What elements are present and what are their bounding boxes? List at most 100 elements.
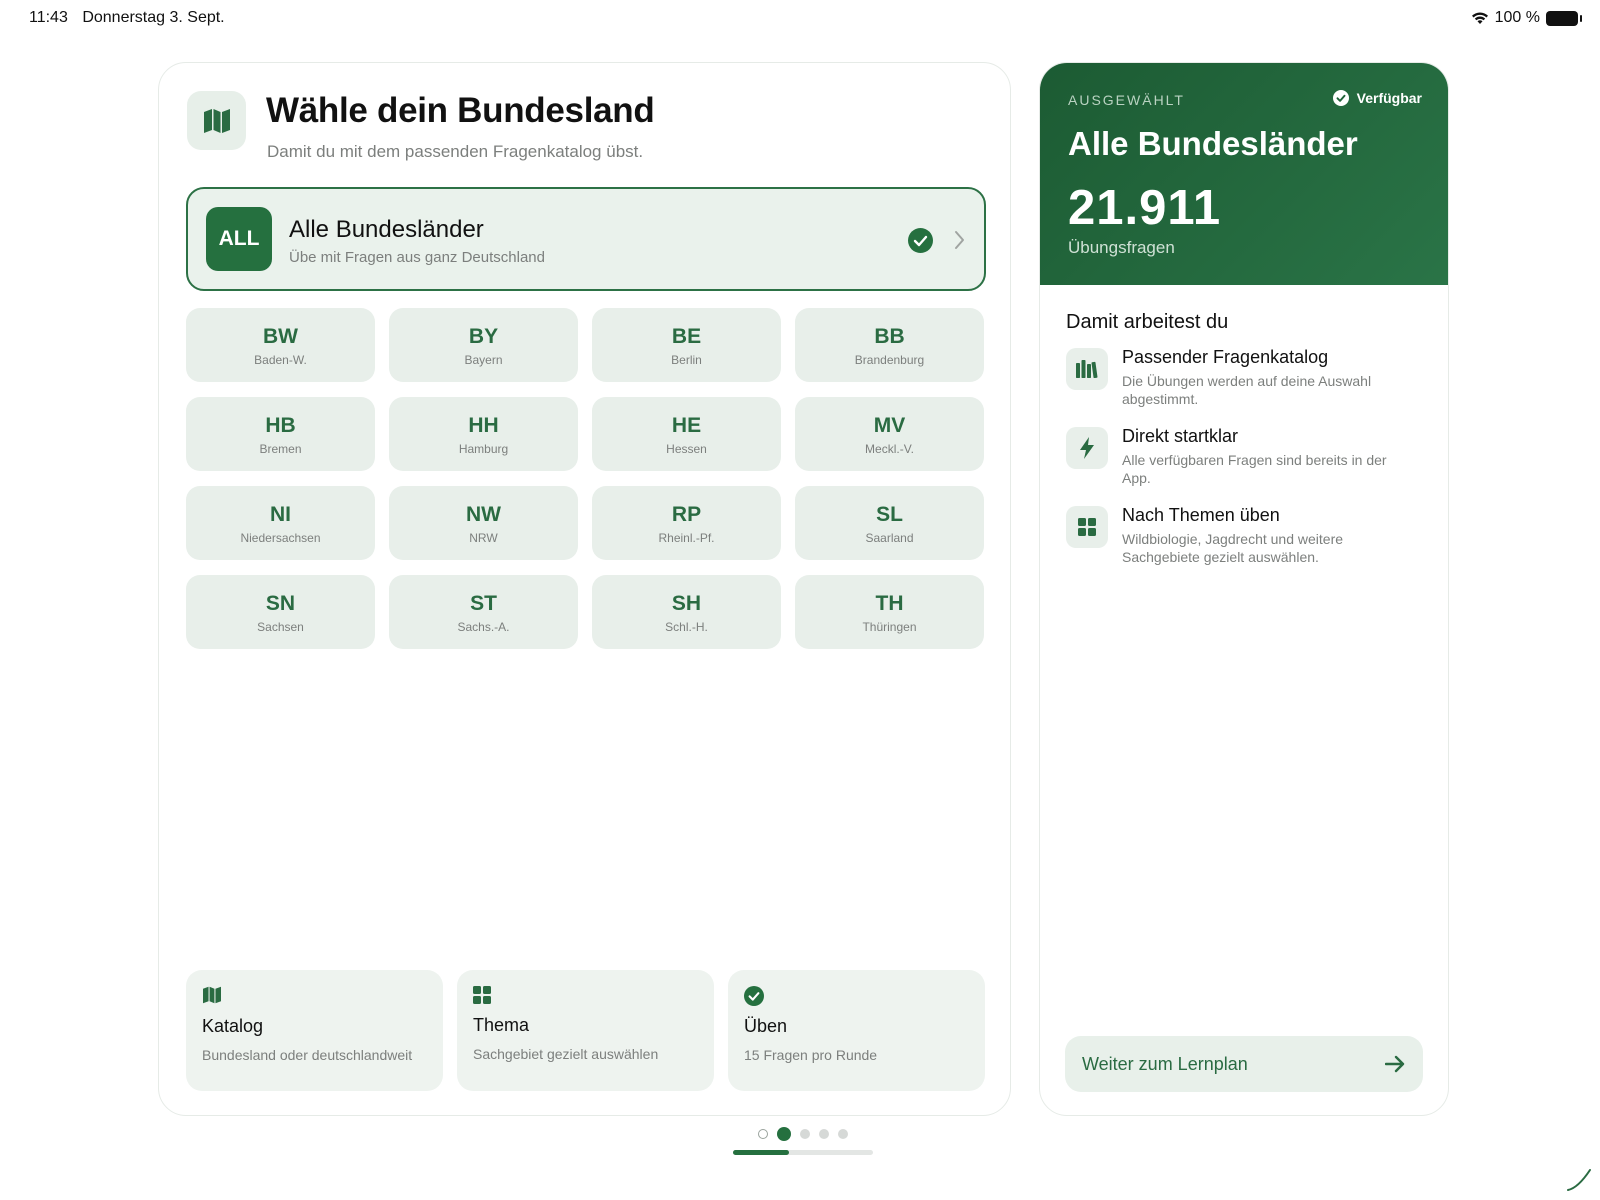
page-subtitle: Damit du mit dem passenden Fragenkatalog…: [267, 142, 644, 161]
state-code: NW: [466, 503, 501, 526]
state-name: Baden-W.: [254, 353, 307, 367]
wifi-icon: [1471, 12, 1488, 24]
info-description: Wildbiologie, Jagdrecht und weitere Sach…: [1122, 531, 1344, 565]
state-code: BE: [671, 325, 702, 348]
state-name: Hessen: [666, 442, 707, 456]
grid-icon: [473, 986, 491, 1004]
grid-icon: [1066, 506, 1108, 548]
state-name: Niedersachsen: [240, 531, 321, 545]
page-indicator: [758, 1127, 848, 1141]
feature-title: Katalog: [202, 1016, 264, 1036]
state-code: HE: [671, 414, 702, 437]
bundesland-selection-panel: Wähle dein Bundesland Damit du mit dem p…: [158, 62, 1011, 1116]
state-code: ST: [470, 592, 497, 615]
state-name: Hamburg: [458, 442, 509, 456]
state-tile-bw[interactable]: BW Baden-W.: [186, 308, 375, 382]
state-tile-sn[interactable]: SN Sachsen: [186, 575, 375, 649]
selection-summary-panel: AUSGEWÄHLT Verfügbar Alle Bundesländer 2…: [1039, 62, 1449, 1116]
arrow-right-icon: [1385, 1055, 1405, 1073]
state-code: BY: [468, 325, 499, 348]
status-right: 100 %: [1471, 9, 1582, 27]
feature-subtitle: 15 Fragen pro Runde: [744, 1047, 878, 1063]
state-name: Brandenburg: [854, 353, 925, 367]
summary-hero: AUSGEWÄHLT Verfügbar Alle Bundesländer 2…: [1040, 63, 1448, 285]
info-description: Alle verfügbaren Fragen sind bereits in …: [1122, 452, 1387, 486]
page-title: Wähle dein Bundesland: [266, 91, 655, 130]
summary-title: Alle Bundesländer: [1068, 125, 1358, 162]
state-code: SH: [671, 592, 702, 615]
state-tile-nw[interactable]: NW NRW: [389, 486, 578, 560]
info-title: Nach Themen üben: [1122, 505, 1280, 525]
state-tile-sl[interactable]: SL Saarland: [795, 486, 984, 560]
battery-percent: 100 %: [1494, 9, 1540, 26]
state-tile-bb[interactable]: BB Brandenburg: [795, 308, 984, 382]
state-name: Sachsen: [257, 620, 304, 634]
state-code: SN: [265, 592, 296, 615]
state-name: NRW: [469, 531, 498, 545]
status-left: 11:43 Donnerstag 3. Sept.: [29, 9, 235, 27]
info-title: Passender Fragenkatalog: [1122, 347, 1329, 367]
state-tile-ni[interactable]: NI Niedersachsen: [186, 486, 375, 560]
state-tile-by[interactable]: BY Bayern: [389, 308, 578, 382]
info-title: Direkt startklar: [1122, 426, 1239, 446]
all-option-title: Alle Bundesländer: [289, 216, 484, 243]
progress-bar-fill: [733, 1150, 789, 1155]
summary-eyebrow: AUSGEWÄHLT: [1068, 92, 1185, 108]
feature-subtitle: Sachgebiet gezielt auswählen: [473, 1046, 659, 1062]
state-code: MV: [873, 414, 906, 437]
section-title: Damit arbeitest du: [1066, 311, 1229, 333]
state-tile-sh[interactable]: SH Schl.-H.: [592, 575, 781, 649]
question-count-label: Übungsfragen: [1068, 238, 1175, 257]
check-circle-icon: [744, 986, 764, 1006]
bolt-icon: [1066, 427, 1108, 469]
feature-subtitle: Bundesland oder deutschlandweit: [202, 1047, 413, 1063]
state-code: NI: [270, 503, 291, 526]
page-dot[interactable]: [819, 1129, 829, 1139]
state-tile-st[interactable]: ST Sachs.-A.: [389, 575, 578, 649]
state-tile-hh[interactable]: HH Hamburg: [389, 397, 578, 471]
map-icon: [187, 91, 246, 150]
availability-badge: Verfügbar: [1332, 90, 1422, 106]
state-name: Bremen: [259, 442, 302, 456]
page-dot[interactable]: [800, 1129, 810, 1139]
state-tile-th[interactable]: TH Thüringen: [795, 575, 984, 649]
state-name: Schl.-H.: [665, 620, 708, 634]
state-tile-mv[interactable]: MV Meckl.-V.: [795, 397, 984, 471]
page-dot-completed[interactable]: [758, 1129, 768, 1139]
state-code: BB: [874, 325, 905, 348]
state-code: RP: [671, 503, 702, 526]
state-code: HH: [468, 414, 499, 437]
cta-label: Weiter zum Lernplan: [1082, 1053, 1248, 1074]
state-name: Sachs.-A.: [457, 620, 510, 634]
info-description: Die Übungen werden auf deine Auswahl abg…: [1122, 373, 1372, 407]
state-tile-hb[interactable]: HB Bremen: [186, 397, 375, 471]
all-states-option[interactable]: ALL Alle Bundesländer Übe mit Fragen aus…: [186, 187, 986, 291]
state-name: Saarland: [865, 531, 914, 545]
state-name: Thüringen: [862, 620, 917, 634]
state-tile-be[interactable]: BE Berlin: [592, 308, 781, 382]
map-icon: [203, 986, 221, 1004]
feature-card-ueben: Üben 15 Fragen pro Runde: [728, 970, 985, 1091]
status-bar: 11:43 Donnerstag 3. Sept. 100 %: [0, 0, 1600, 38]
state-name: Berlin: [671, 353, 702, 367]
state-tile-rp[interactable]: RP Rheinl.-Pf.: [592, 486, 781, 560]
pencil-stroke-icon: [1567, 1169, 1591, 1191]
state-name: Bayern: [464, 353, 503, 367]
state-code: SL: [876, 503, 903, 526]
progress-bar: [733, 1150, 873, 1155]
availability-label: Verfügbar: [1356, 90, 1422, 106]
all-option-subtitle: Übe mit Fragen aus ganz Deutschland: [289, 249, 545, 266]
page-dot-current[interactable]: [777, 1127, 791, 1141]
state-code: HB: [265, 414, 296, 437]
state-name: Rheinl.-Pf.: [658, 531, 715, 545]
question-count: 21.911: [1068, 181, 1222, 235]
selected-check-icon: [908, 228, 933, 253]
check-circle-icon: [1332, 90, 1349, 106]
feature-title: Üben: [744, 1016, 788, 1036]
state-code: TH: [875, 592, 904, 615]
page-dot[interactable]: [838, 1129, 848, 1139]
state-tile-he[interactable]: HE Hessen: [592, 397, 781, 471]
feature-card-thema: Thema Sachgebiet gezielt auswählen: [457, 970, 714, 1091]
chevron-right-icon: [955, 231, 964, 249]
continue-to-learning-plan-button[interactable]: Weiter zum Lernplan: [1065, 1036, 1423, 1092]
